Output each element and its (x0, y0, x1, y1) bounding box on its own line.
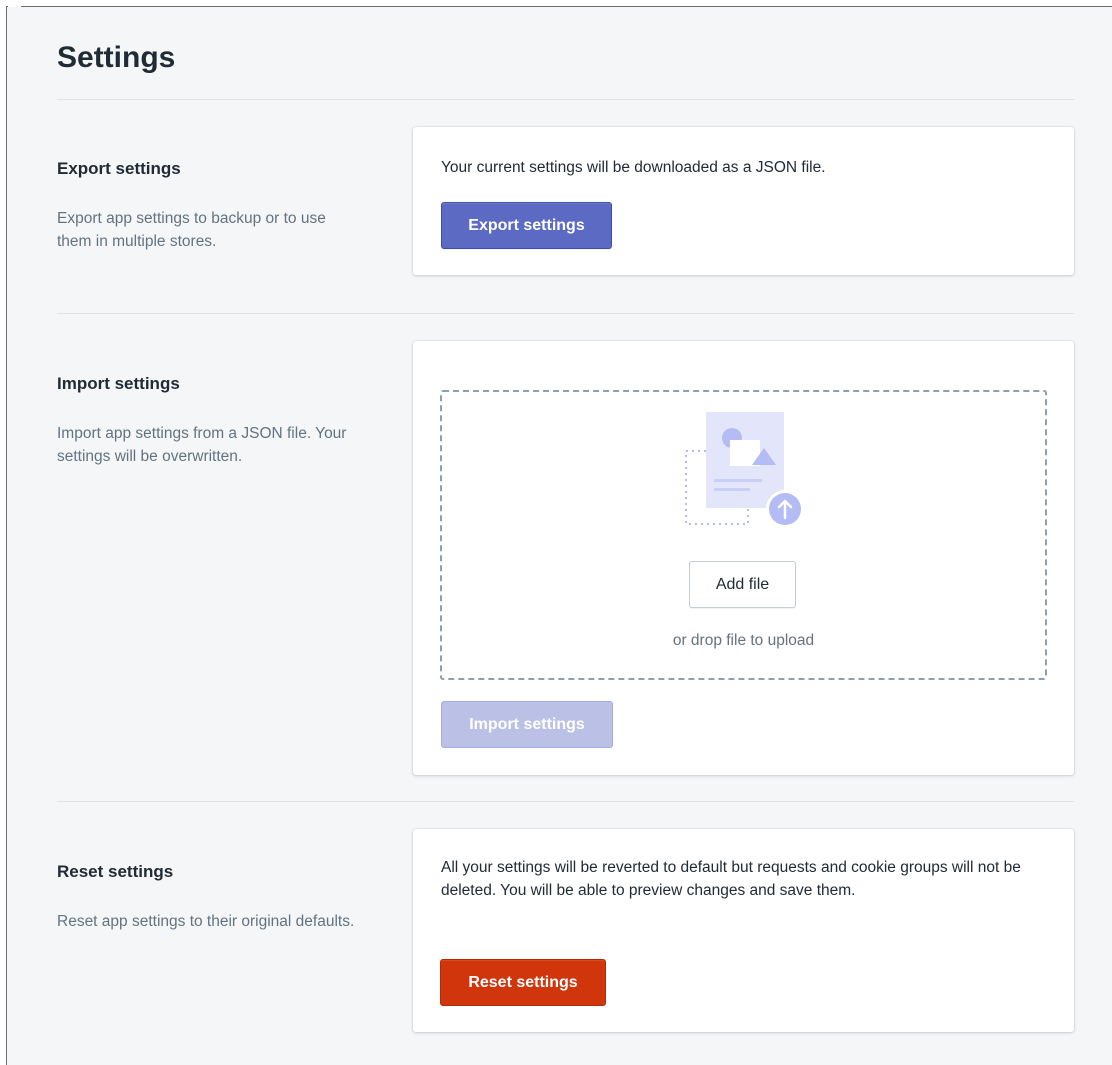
export-section-description: Export app settings to backup or to use … (57, 210, 326, 250)
add-file-button[interactable]: Add file (689, 561, 796, 608)
file-upload-icon (685, 412, 804, 528)
drop-file-hint: or drop file to upload (672, 632, 815, 649)
export-settings-button[interactable]: Export settings (441, 202, 612, 249)
import-divider (57, 801, 1074, 802)
reset-section-heading: Reset settings (57, 862, 174, 881)
reset-card-text: All your settings will be reverted to de… (441, 859, 1021, 899)
import-settings-button[interactable]: Import settings (441, 701, 613, 748)
window-top-edge (0, 0, 1112, 7)
import-card: Add file or drop file to upload Import s… (413, 341, 1074, 775)
reset-section-description: Reset app settings to their original def… (57, 913, 355, 930)
import-section-heading: Import settings (57, 374, 180, 393)
export-card: Your current settings will be downloaded… (413, 127, 1074, 275)
title-divider (57, 99, 1074, 100)
export-divider (57, 313, 1074, 314)
reset-settings-button[interactable]: Reset settings (440, 959, 606, 1006)
reset-card: All your settings will be reverted to de… (413, 829, 1074, 1032)
window-corner-gap (8, 6, 21, 7)
export-section-heading: Export settings (57, 159, 181, 178)
page-title: Settings (57, 41, 176, 74)
file-dropzone[interactable]: Add file or drop file to upload (440, 390, 1047, 680)
export-card-text: Your current settings will be downloaded… (441, 159, 826, 176)
import-section-description: Import app settings from a JSON file. Yo… (57, 425, 347, 465)
window-left-edge (0, 6, 7, 1065)
